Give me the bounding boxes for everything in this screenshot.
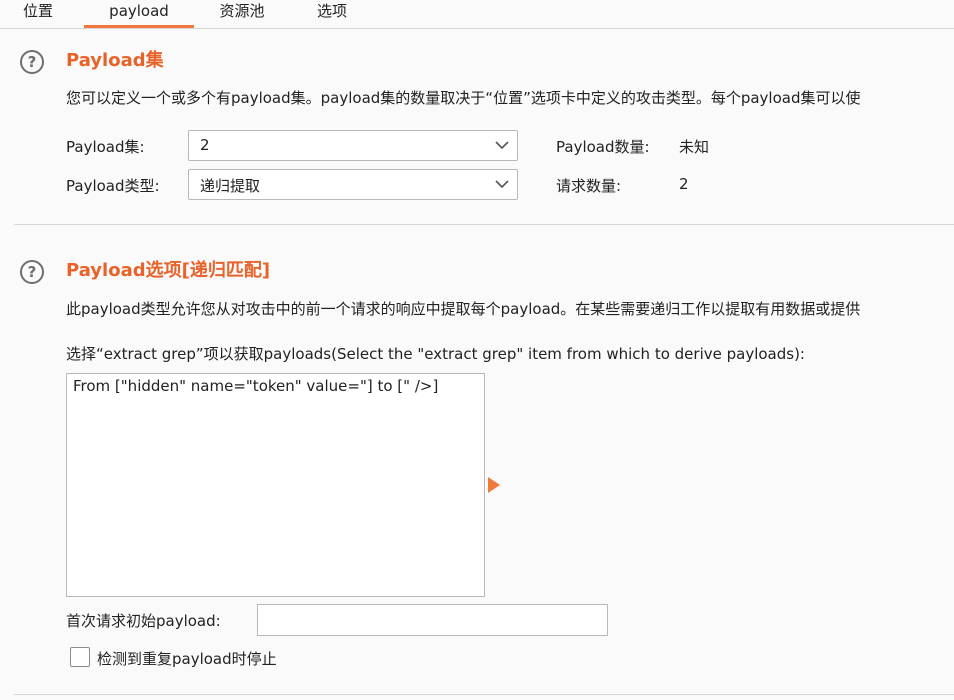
payload-sets-title: Payload集 xyxy=(66,50,164,71)
stop-on-duplicate-checkbox[interactable] xyxy=(70,647,90,667)
initial-payload-input[interactable] xyxy=(257,604,608,636)
tab-bar: 位置 payload 资源池 选项 xyxy=(0,0,954,29)
payload-options-description: 此payload类型允许您从对攻击中的前一个请求的响应中提取每个payload。… xyxy=(66,300,861,318)
chevron-down-icon xyxy=(495,141,509,150)
payload-type-value: 递归提取 xyxy=(200,177,261,195)
help-icon[interactable]: ? xyxy=(20,260,44,284)
request-count-label: 请求数量: xyxy=(556,177,622,195)
stop-on-duplicate-label: 检测到重复payload时停止 xyxy=(97,650,277,668)
tab-payloads[interactable]: payload xyxy=(84,0,194,28)
section-divider xyxy=(14,224,954,225)
payload-sets-description: 您可以定义一个或多个有payload集。payload集的数量取决于“位置”选项… xyxy=(66,89,861,107)
request-count-value: 2 xyxy=(679,175,689,193)
payload-set-select[interactable]: 2 xyxy=(188,130,518,161)
tab-positions[interactable]: 位置 xyxy=(12,0,64,28)
chevron-down-icon xyxy=(495,180,509,189)
payload-type-select[interactable]: 递归提取 xyxy=(188,169,518,200)
payload-set-label: Payload集: xyxy=(66,138,145,156)
tab-options[interactable]: 选项 xyxy=(306,0,358,28)
payload-type-label: Payload类型: xyxy=(66,177,160,195)
play-arrow-icon xyxy=(488,477,500,493)
payload-count-label: Payload数量: xyxy=(556,138,650,156)
initial-payload-label: 首次请求初始payload: xyxy=(66,612,221,630)
payload-count-value: 未知 xyxy=(679,138,710,156)
list-item[interactable]: From ["hidden" name="token" value="] to … xyxy=(73,377,438,395)
payload-set-value: 2 xyxy=(200,136,210,154)
extract-grep-list[interactable]: From ["hidden" name="token" value="] to … xyxy=(66,373,485,597)
section-divider xyxy=(14,694,954,695)
extract-grep-label: 选择“extract grep”项以获取payloads(Select the … xyxy=(66,345,805,363)
tab-resource-pool[interactable]: 资源池 xyxy=(210,0,274,28)
help-icon[interactable]: ? xyxy=(20,50,44,74)
payload-options-title: Payload选项[递归匹配] xyxy=(66,260,271,281)
